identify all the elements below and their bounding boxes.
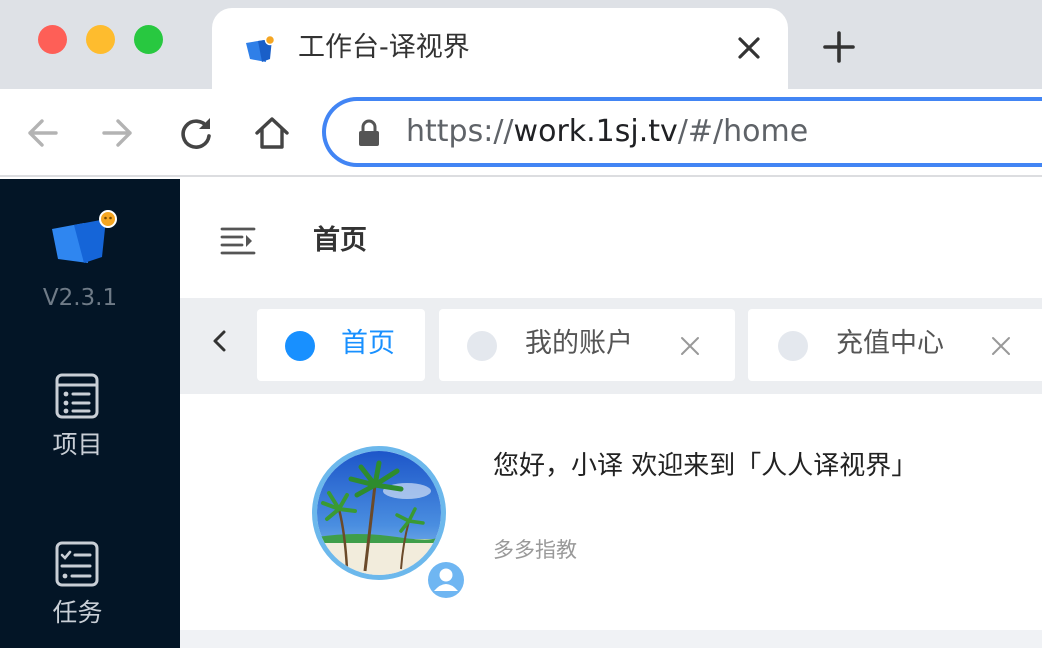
lock-icon[interactable] [356,118,382,148]
home-icon[interactable] [252,113,292,153]
tag-home[interactable]: 首页 [257,309,425,381]
sidebar-item-projects[interactable]: 项目 [0,372,160,482]
page-title: 首页 [313,225,367,256]
browser-tab[interactable]: 工作台-译视界 [212,8,788,90]
tag-recharge-center[interactable]: 充值中心 [748,309,1042,381]
inactive-dot-icon [467,331,497,361]
tag-label: 我的账户 [525,328,633,359]
url-text[interactable]: https://work.1sj.tv/#/home [406,113,808,151]
zoom-window-button[interactable] [134,25,163,54]
url-path: /#/home [677,114,809,149]
close-icon[interactable] [734,33,764,63]
list-icon [55,373,99,419]
address-bar[interactable]: https://work.1sj.tv/#/home [322,97,1042,167]
tag-label: 充值中心 [836,328,944,359]
close-icon[interactable] [990,335,1012,357]
inactive-dot-icon [778,331,808,361]
site-favicon-icon [246,35,276,62]
sidebar-item-label: 项目 [52,430,103,459]
app-logo-icon[interactable] [50,209,122,267]
plus-icon[interactable] [822,30,856,64]
browser-tab-bar: 工作台-译视界 [0,0,1042,90]
active-dot-icon [285,331,315,361]
reload-icon[interactable] [176,113,216,153]
url-host: work.1sj.tv [513,114,678,149]
back-arrow-icon[interactable] [22,113,62,153]
sidebar-item-tasks[interactable]: 任务 [0,540,160,648]
browser-toolbar: https://work.1sj.tv/#/home [0,89,1042,177]
menu-fold-icon[interactable] [220,225,256,257]
welcome-card: 您好，小译 欢迎来到「人人译视界」 多多指教 [180,394,1042,630]
chevron-left-icon[interactable] [208,328,232,354]
welcome-greeting: 您好，小译 欢迎来到「人人译视界」 [493,451,918,481]
app-sidebar: V2.3.1 项目 任务 [0,179,180,648]
tags-view: 首页 我的账户 充值中心 [180,298,1042,394]
close-icon[interactable] [679,335,701,357]
user-avatar-icon [424,558,468,602]
close-window-button[interactable] [38,25,67,54]
avatar-beach-image [317,451,441,575]
main-content: 您好，小译 欢迎来到「人人译视界」 多多指教 [180,394,1042,648]
app-header: 首页 [180,179,1042,298]
tag-my-account[interactable]: 我的账户 [439,309,735,381]
minimize-window-button[interactable] [86,25,115,54]
checklist-icon [55,541,99,587]
avatar[interactable] [312,446,446,580]
app-version: V2.3.1 [42,285,118,311]
sidebar-item-label: 任务 [52,598,103,627]
forward-arrow-icon[interactable] [98,113,138,153]
browser-tab-title: 工作台-译视界 [298,32,470,63]
url-scheme: https:// [406,114,514,149]
tag-label: 首页 [341,328,395,359]
welcome-subtitle: 多多指教 [493,538,577,562]
